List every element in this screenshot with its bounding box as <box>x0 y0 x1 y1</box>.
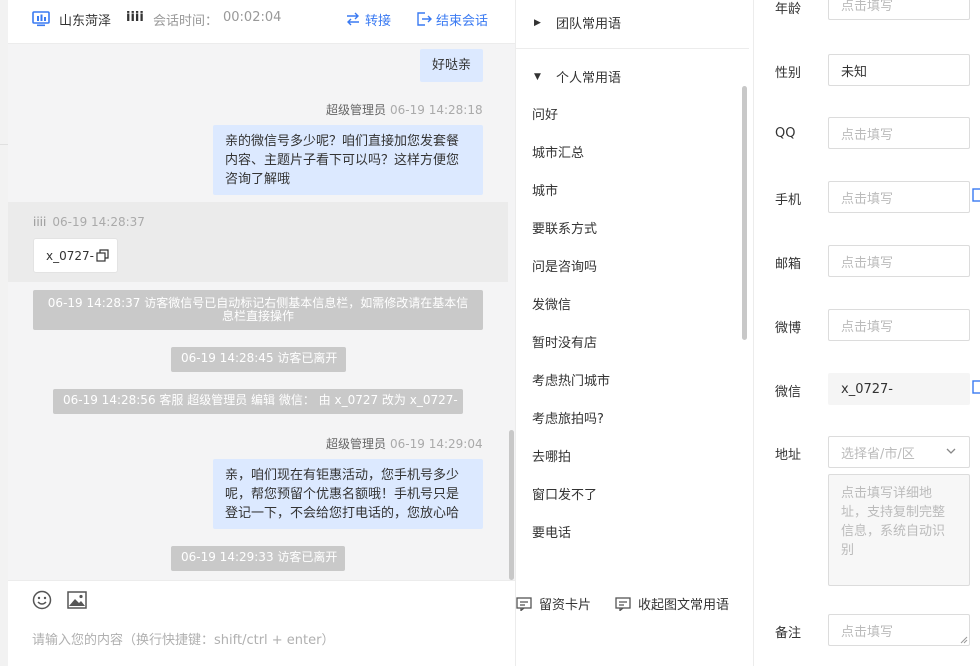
message-meta: iiii 06-19 14:28:37 <box>33 215 145 229</box>
phrase-item[interactable]: 问是咨询吗 <box>532 256 597 275</box>
agent-message: 亲，咱们现在有钜惠活动，您手机号多少呢，帮您预留个优惠名额哦！手机号只是登记一下… <box>213 459 483 529</box>
phrase-item[interactable]: 城市汇总 <box>532 142 584 161</box>
phrase-item[interactable]: 要电话 <box>532 522 571 541</box>
weibo-label: 微博 <box>775 321 802 336</box>
qq-field[interactable]: 点击填写 <box>828 117 970 149</box>
phrase-item[interactable]: 暂时没有店 <box>532 332 597 351</box>
note-field[interactable]: 点击填写 <box>828 614 970 646</box>
gutter-divider <box>0 144 8 145</box>
end-session-label: 结束会话 <box>436 13 489 29</box>
visitor-info-panel: 年龄 点击填写 性别 未知 QQ 点击填写 手机 点击填写 邮箱 点击填写 微博… <box>754 0 980 666</box>
message-list[interactable]: 好哒亲 超级管理员 06-19 14:28:18 亲的微信号多少呢？咱们直接加您发… <box>8 44 515 580</box>
session-duration-value: 00:02:04 <box>223 10 282 25</box>
monitor-icon <box>32 11 50 27</box>
end-session-button[interactable]: 结束会话 <box>416 8 488 30</box>
phrase-item[interactable]: 要联系方式 <box>532 218 597 237</box>
system-notice: 06-19 14:28:37 访客微信号已自动标记右侧基本信息栏，如需修改请在基… <box>33 290 483 330</box>
phrase-item[interactable]: 考虑旅拍吗? <box>532 408 604 427</box>
qq-label: QQ <box>775 126 796 141</box>
visitor-message[interactable]: x_0727- <box>33 238 118 273</box>
phone-field[interactable]: 点击填写 <box>828 181 970 213</box>
agent-message: 亲的微信号多少呢？咱们直接加您发套餐内容、主题片子看下可以吗？这样方便您咨询了解… <box>213 125 483 195</box>
message-meta: 超级管理员 06-19 14:29:04 <box>326 435 483 452</box>
wechat-label: 微信 <box>775 385 802 400</box>
system-notice: 06-19 14:28:56 客服 超级管理员 编辑 微信： 由 x_0727 … <box>53 389 463 414</box>
address-detail-placeholder: 点击填写详细地址，支持复制完整信息，系统自动识别 <box>841 486 946 558</box>
sender-name: 超级管理员 <box>326 103 387 117</box>
visitor-message-text: x_0727- <box>46 248 94 263</box>
message-time: 06-19 14:28:37 <box>52 215 145 229</box>
wechat-field[interactable]: x_0727- <box>828 373 970 405</box>
quick-phrases-panel: ▶ 团队常用语 ▼ 个人常用语 问好 城市汇总 城市 要联系方式 问是咨询吗 发… <box>515 0 753 666</box>
visitor-name: iiii <box>126 10 144 25</box>
address-detail-textarea[interactable]: 点击填写详细地址，支持复制完整信息，系统自动识别 <box>828 474 970 586</box>
region-select[interactable]: 选择省/市/区 <box>828 436 970 468</box>
caret-right-icon: ▶ <box>534 17 541 28</box>
lead-card-label: 留资卡片 <box>539 598 592 613</box>
chat-panel: 山东菏泽 iiii 会话时间： 00:02:04 转接 结束会话 好哒亲 超级管… <box>8 0 515 666</box>
region-select-value: 选择省/市/区 <box>841 446 915 462</box>
address-label: 地址 <box>775 448 802 463</box>
message-time: 06-19 14:29:04 <box>390 437 483 451</box>
phrase-item[interactable]: 问好 <box>532 104 558 123</box>
weibo-field[interactable]: 点击填写 <box>828 309 970 341</box>
emoji-icon[interactable] <box>32 590 52 610</box>
message-icon <box>615 596 631 611</box>
phrase-item[interactable]: 去哪拍 <box>532 446 571 465</box>
message-time: 06-19 14:28:18 <box>390 103 483 117</box>
team-phrases-group[interactable]: ▶ 团队常用语 <box>534 13 621 32</box>
phrase-item[interactable]: 城市 <box>532 180 558 199</box>
image-icon[interactable] <box>67 591 87 609</box>
message-scrollbar[interactable] <box>509 430 514 580</box>
personal-phrases-group[interactable]: ▼ 个人常用语 <box>534 67 621 86</box>
session-duration-label: 会话时间： <box>153 14 219 29</box>
chat-header: 山东菏泽 iiii 会话时间： 00:02:04 转接 结束会话 <box>8 0 515 44</box>
left-gutter <box>0 0 8 666</box>
system-notice: 06-19 14:29:33 访客已离开 <box>171 546 345 571</box>
transfer-icon <box>347 12 359 26</box>
collapse-phrases-button[interactable]: 收起图文常用语 <box>615 594 729 613</box>
system-notice: 06-19 14:28:45 访客已离开 <box>171 347 346 372</box>
group-divider <box>516 48 749 49</box>
exit-icon <box>417 12 432 26</box>
personal-phrases-label: 个人常用语 <box>556 71 622 86</box>
copy-icon[interactable] <box>972 380 980 394</box>
gender-field[interactable]: 未知 <box>828 54 970 86</box>
copy-icon[interactable] <box>972 188 980 202</box>
transfer-button[interactable]: 转接 <box>345 8 391 30</box>
caret-down-icon: ▼ <box>534 71 541 82</box>
phrase-item[interactable]: 发微信 <box>532 294 571 313</box>
resize-handle-icon[interactable] <box>960 636 968 644</box>
card-icon <box>516 596 532 611</box>
copy-icon[interactable] <box>96 249 109 262</box>
age-label: 年龄 <box>775 2 802 17</box>
agent-message: 好哒亲 <box>420 49 483 82</box>
phone-label: 手机 <box>775 193 802 208</box>
phrase-item[interactable]: 窗口发不了 <box>532 484 597 503</box>
phrase-item[interactable]: 考虑热门城市 <box>532 370 610 389</box>
message-input-area[interactable]: 请输入您的内容（换行快捷键：shift/ctrl + enter） <box>8 580 515 666</box>
phrases-scrollbar[interactable] <box>742 86 747 340</box>
sender-name: 超级管理员 <box>326 437 387 451</box>
age-field[interactable]: 点击填写 <box>828 0 970 20</box>
sender-name: iiii <box>33 215 47 229</box>
chevron-down-icon <box>946 448 956 454</box>
lead-card-button[interactable]: 留资卡片 <box>516 594 591 613</box>
transfer-label: 转接 <box>365 13 392 29</box>
email-field[interactable]: 点击填写 <box>828 245 970 277</box>
message-meta: 超级管理员 06-19 14:28:18 <box>326 101 483 118</box>
team-phrases-label: 团队常用语 <box>556 17 622 32</box>
note-label: 备注 <box>775 626 802 641</box>
collapse-phrases-label: 收起图文常用语 <box>638 598 730 613</box>
email-label: 邮箱 <box>775 257 802 272</box>
visitor-location: 山东菏泽 <box>59 14 112 29</box>
message-input[interactable]: 请输入您的内容（换行快捷键：shift/ctrl + enter） <box>32 629 335 648</box>
gender-label: 性别 <box>775 66 802 81</box>
note-placeholder: 点击填写 <box>841 624 894 640</box>
